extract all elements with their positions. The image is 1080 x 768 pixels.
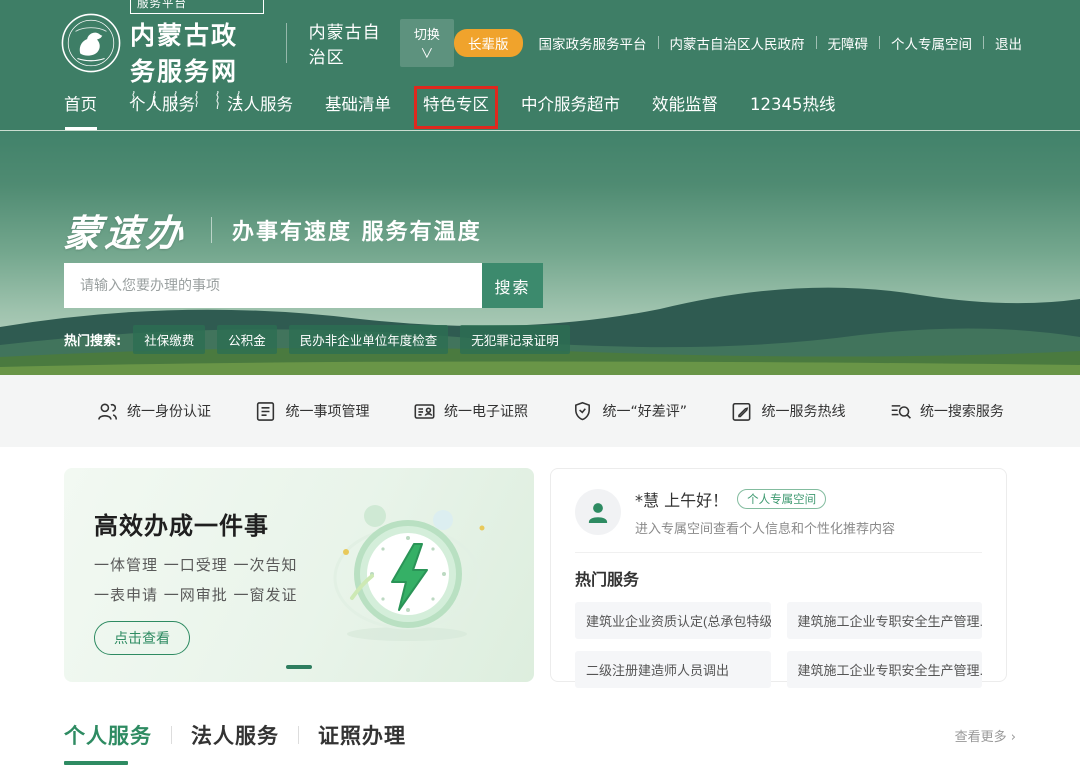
mengsuban-brand: 蒙速办 [62, 203, 189, 257]
unified-services-strip: 统一身份认证 统一事项管理 统一电子证照 统一“好差评” 统一服务热线 [0, 375, 1080, 447]
profile-card: *慧 上午好！ 个人专属空间 进入专属空间查看个人信息和个性化推荐内容 热门服务… [550, 468, 1007, 682]
nav-item-efficiency-supervision[interactable]: 效能监督 [652, 91, 718, 130]
profile-divider [575, 552, 982, 553]
banner-line1: 一体管理 一口受理 一次告知 [94, 554, 298, 575]
elder-version-badge[interactable]: 长辈版 [454, 29, 523, 57]
service-label: 统一服务热线 [761, 401, 845, 421]
hot-service-item[interactable]: 二级注册建造师人员调出 [575, 651, 771, 688]
hot-service-item[interactable]: 建筑施工企业专职安全生产管理... [787, 651, 983, 688]
hot-service-item[interactable]: 建筑业企业资质认定(总承包特级... [575, 602, 771, 639]
link-national-platform[interactable]: 国家政务服务平台 [539, 33, 647, 53]
search-button[interactable]: 搜索 [482, 263, 543, 308]
service-item-management[interactable]: 统一事项管理 [254, 400, 369, 423]
link-separator [816, 36, 817, 49]
service-rating[interactable]: 统一“好差评” [571, 400, 687, 423]
nav-item-legal-services[interactable]: 法人服务 [227, 91, 293, 130]
personal-space-badge[interactable]: 个人专属空间 [737, 489, 826, 509]
service-e-license[interactable]: 统一电子证照 [413, 400, 528, 423]
site-header: 全国一体化在线政务服务平台 内蒙古政务服务网 内蒙古自治区 切换 ∨ 长辈版 国… [0, 0, 1080, 85]
service-label: 统一身份认证 [127, 401, 211, 421]
search-lines-icon [889, 400, 912, 423]
hot-tag-annual-inspection[interactable]: 民办非企业单位年度检查 [289, 325, 449, 354]
service-label: 统一搜索服务 [920, 401, 1004, 421]
alarm-clock-illustration [322, 488, 492, 648]
link-regional-gov[interactable]: 内蒙古自治区人民政府 [670, 33, 805, 53]
space-description: 进入专属空间查看个人信息和个性化推荐内容 [635, 518, 895, 537]
search-input[interactable] [64, 263, 482, 308]
nav-item-home[interactable]: 首页 [64, 91, 97, 130]
hot-search-row: 热门搜索: 社保缴费 公积金 民办非企业单位年度检查 无犯罪记录证明 [64, 325, 570, 354]
efficient-one-thing-banner[interactable]: 高效办成一件事 一体管理 一口受理 一次告知 一表申请 一网审批 一窗发证 点击… [64, 468, 534, 682]
tasks-card-icon [254, 400, 277, 423]
hero-slogan: 办事有速度 服务有温度 [232, 214, 482, 246]
banner-view-button[interactable]: 点击查看 [94, 621, 190, 655]
hero-banner: 蒙速办 办事有速度 服务有温度 搜索 热门搜索: 社保缴费 公积金 民办非企业单… [0, 130, 1080, 375]
main-nav: 首页 个人服务 法人服务 基础清单 特色专区 中介服务超市 效能监督 12345… [0, 85, 1080, 130]
hot-services-title: 热门服务 [575, 566, 982, 590]
service-identity-auth[interactable]: 统一身份认证 [96, 400, 211, 423]
header-divider [286, 23, 287, 63]
service-label: 统一事项管理 [285, 401, 369, 421]
nav-item-featured-zone[interactable]: 特色专区 [423, 91, 489, 130]
link-separator [879, 36, 880, 49]
see-more-link[interactable]: 查看更多 › [955, 726, 1016, 745]
annotation-highlight-box [414, 86, 498, 129]
id-card-icon [413, 400, 436, 423]
tab-personal-services[interactable]: 个人服务 [64, 720, 152, 750]
hot-tag-social-insurance[interactable]: 社保缴费 [133, 325, 205, 354]
nav-item-basic-list[interactable]: 基础清单 [325, 91, 391, 130]
hot-tag-no-crime-cert[interactable]: 无犯罪记录证明 [460, 325, 570, 354]
link-separator [658, 36, 659, 49]
service-label: 统一“好差评” [602, 401, 687, 421]
person-icon [584, 498, 612, 526]
banner-title: 高效办成一件事 [94, 506, 298, 541]
horse-seal-icon [60, 12, 122, 74]
hot-service-item[interactable]: 建筑施工企业专职安全生产管理... [787, 602, 983, 639]
service-label: 统一电子证照 [444, 401, 528, 421]
carousel-indicator[interactable] [286, 665, 312, 669]
pencil-square-icon [730, 400, 753, 423]
nav-item-intermediary-market[interactable]: 中介服务超市 [521, 91, 620, 130]
link-personal-space[interactable]: 个人专属空间 [891, 33, 972, 53]
region-name: 内蒙古自治区 [309, 18, 386, 68]
link-separator [983, 36, 984, 49]
avatar[interactable] [575, 489, 621, 535]
shield-icon [571, 400, 594, 423]
tab-separator [171, 726, 172, 744]
search-bar: 搜索 [64, 263, 543, 308]
nav-item-12345-hotline[interactable]: 12345热线 [750, 91, 836, 130]
users-icon [96, 400, 119, 423]
tab-license-handling[interactable]: 证照办理 [318, 720, 406, 750]
link-accessibility[interactable]: 无障碍 [828, 33, 869, 53]
region-switch-button[interactable]: 切换 ∨ [400, 19, 454, 67]
site-title: 内蒙古政务服务网 [130, 16, 264, 88]
nav-item-personal-services[interactable]: 个人服务 [129, 91, 195, 130]
service-hotline[interactable]: 统一服务热线 [730, 400, 845, 423]
hot-tag-provident-fund[interactable]: 公积金 [217, 325, 277, 354]
hot-search-label: 热门搜索: [64, 330, 121, 349]
platform-badge: 全国一体化在线政务服务平台 [130, 0, 264, 14]
tab-legal-services[interactable]: 法人服务 [191, 720, 279, 750]
service-search[interactable]: 统一搜索服务 [889, 400, 1004, 423]
link-logout[interactable]: 退出 [995, 33, 1022, 53]
banner-line2: 一表申请 一网审批 一窗发证 [94, 584, 298, 605]
user-greeting: *慧 上午好！ [635, 487, 728, 511]
hero-separator [211, 217, 212, 243]
service-tabs: 个人服务 法人服务 证照办理 查看更多 › [64, 720, 1016, 750]
tab-separator [298, 726, 299, 744]
